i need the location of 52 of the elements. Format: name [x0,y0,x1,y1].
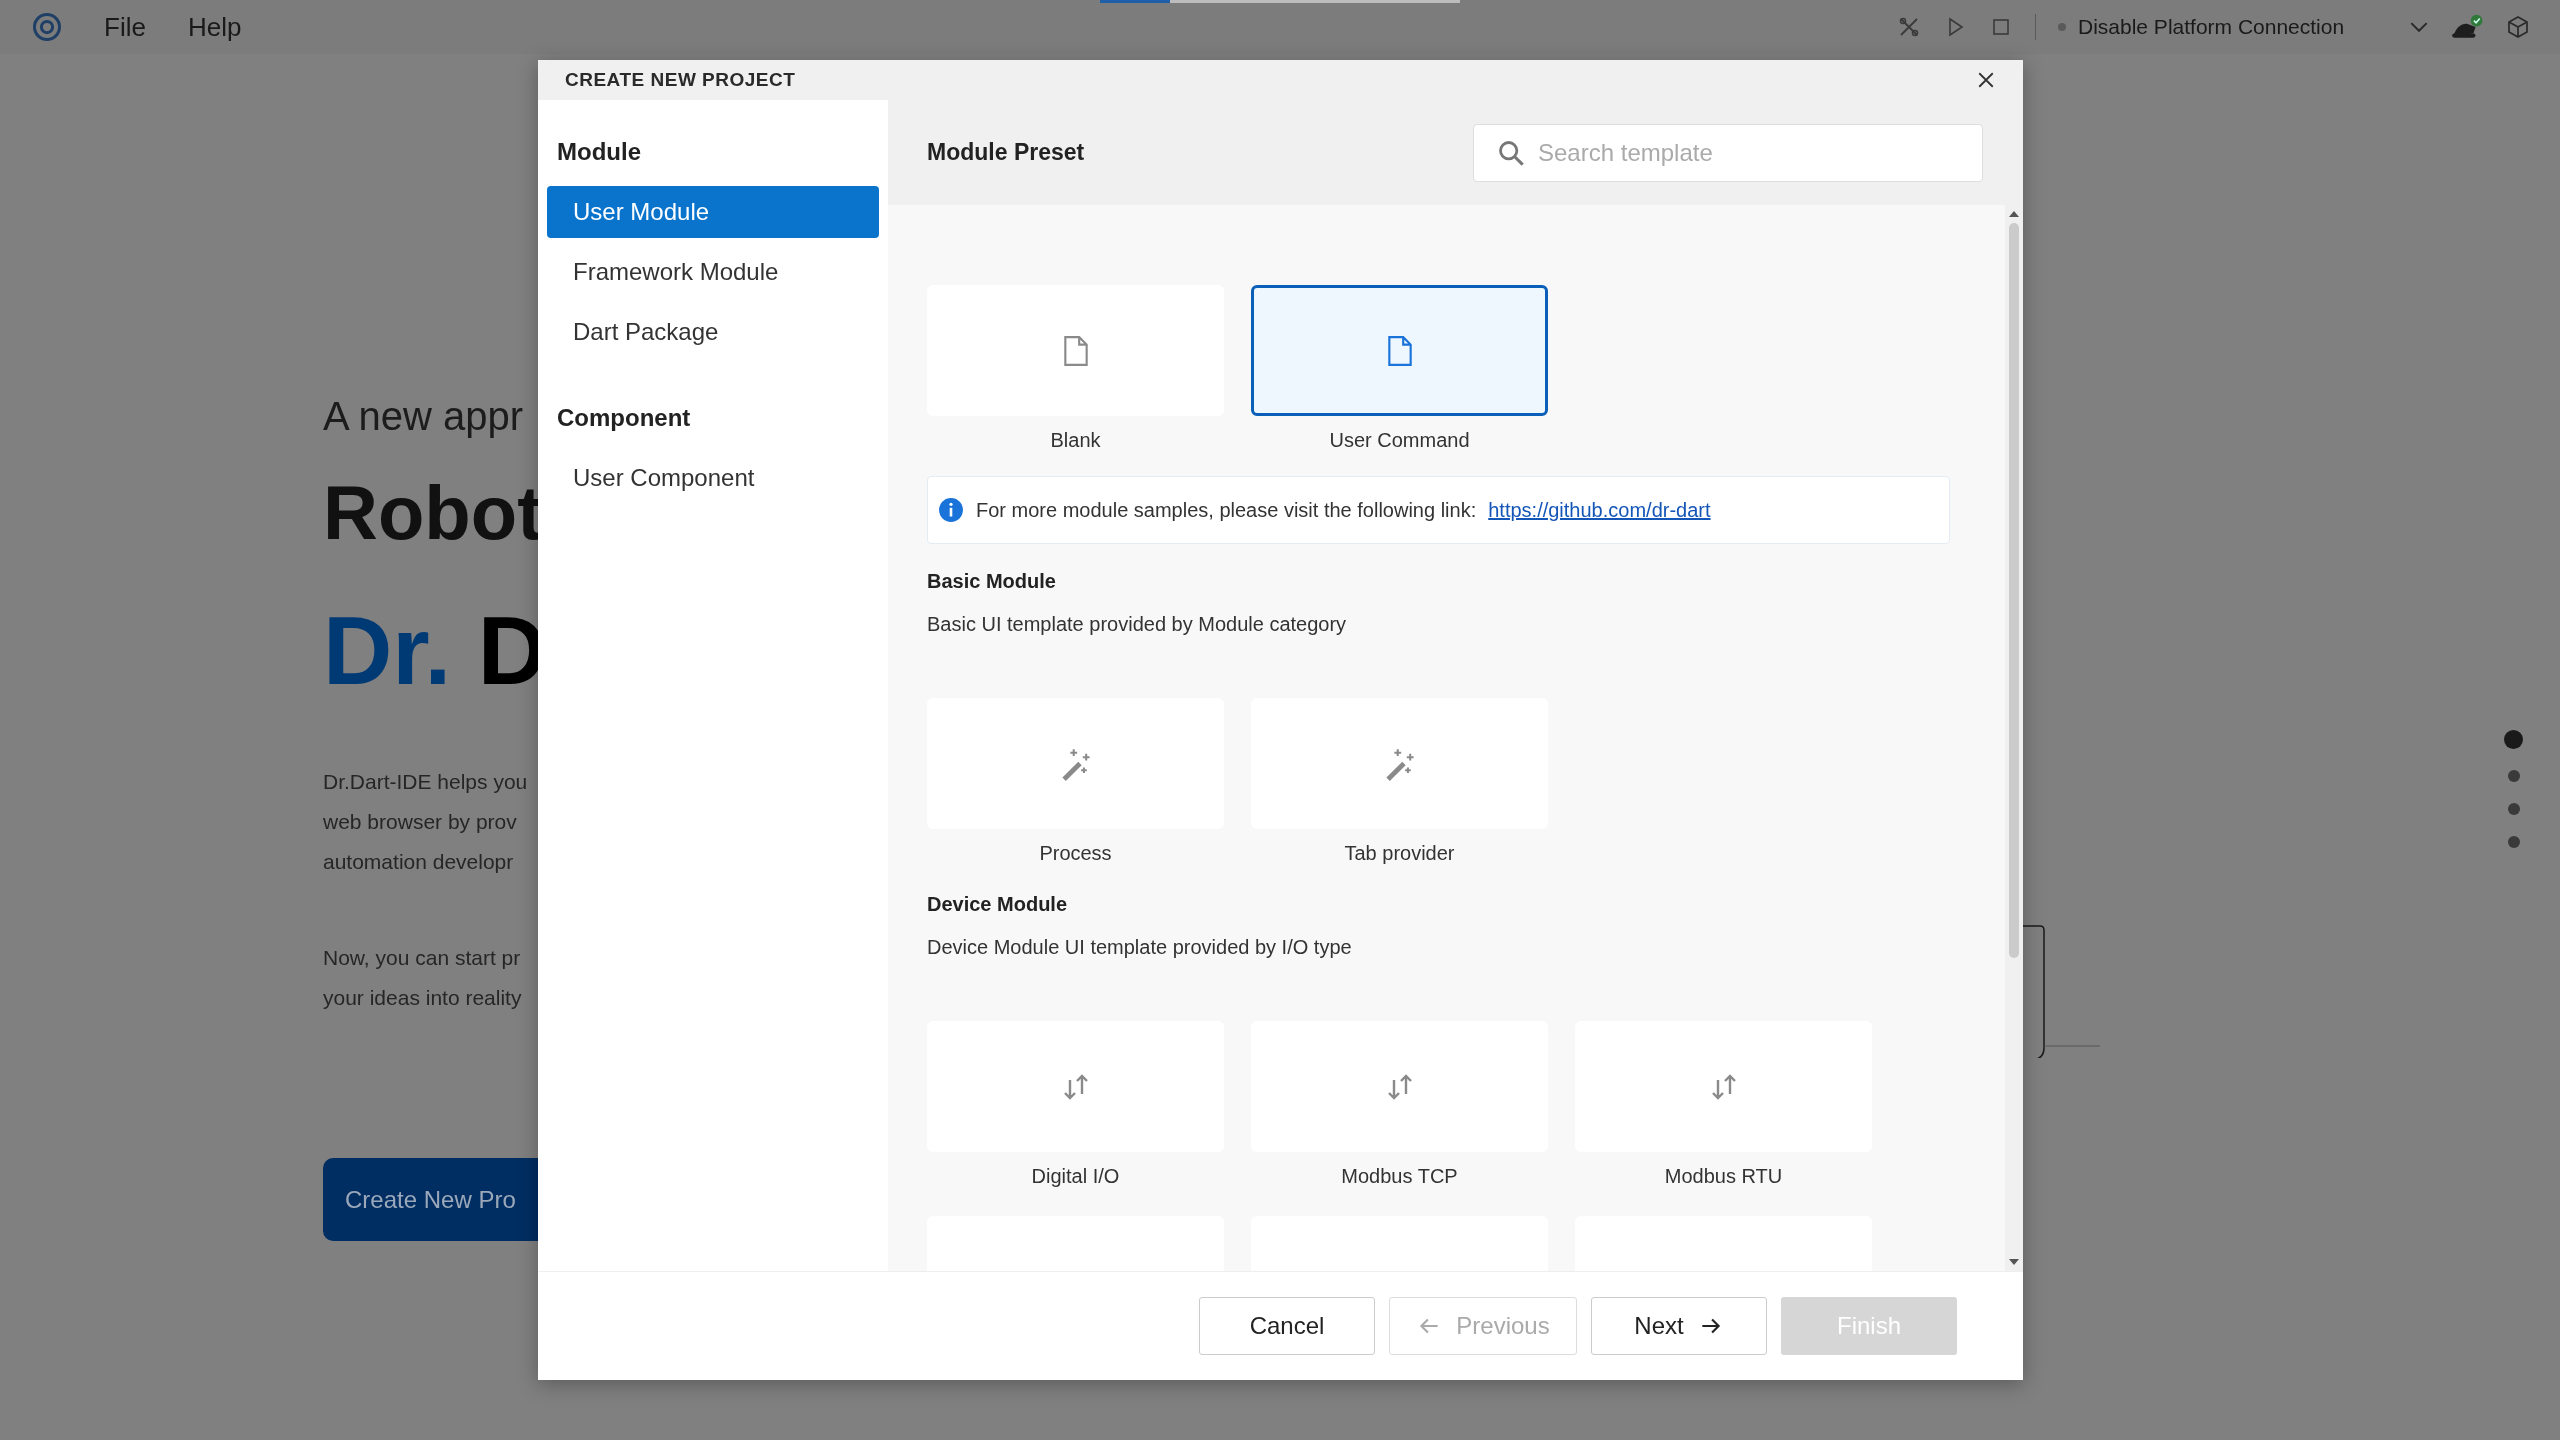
intro-paragraph: Dr.Dart-IDE helps you web browser by prov automation developr [323,769,529,875]
sidebar-item[interactable]: User Module [547,186,879,238]
tagline: A new appr [323,394,525,439]
template-label: Process [1039,842,1112,866]
page-dot[interactable] [2507,836,2520,848]
group-description: Basic UI template provided by Module category [927,613,1348,636]
search-field[interactable]: Search template [1473,123,1983,182]
search-icon [1497,138,1525,167]
dialog-title: CREATE NEW PROJECT [565,69,796,91]
scroll-up-icon[interactable] [2009,211,2019,217]
template-label: Modbus TCP [1341,1165,1458,1189]
page-dot[interactable] [2507,803,2520,815]
headline: Robot [323,469,538,556]
sidebar-heading: Component [556,403,692,433]
tab-indicator [1100,0,1170,3]
group-title: Basic Module [927,570,1057,593]
tools-icon[interactable] [1897,15,1921,39]
sidebar-item[interactable]: Framework Module [547,246,879,298]
template-label: Modbus RTU [1664,1165,1783,1189]
sidebar-item[interactable]: Dart Package [547,306,879,358]
menu-item[interactable]: File [104,11,146,43]
section-title: Module Preset [927,139,1085,166]
file-icon [1062,334,1089,367]
chevron-down-icon [2410,21,2428,33]
template-label: Digital I/O [1031,1165,1120,1189]
close-icon[interactable] [1977,71,1995,89]
group-description: Device Module UI template provided by I/O type [927,936,1353,959]
status-dot-icon [2058,23,2066,31]
robot-icon[interactable] [2450,14,2484,40]
cube-icon[interactable] [2506,15,2530,39]
github-link[interactable]: https://github.com/dr-dart [1488,498,1711,522]
connection-dropdown[interactable]: Disable Platform Connection [2058,15,2428,39]
group-title: Device Module [927,893,1069,916]
cancel-button[interactable]: Cancel [1199,1297,1375,1355]
template-label: Tab provider [1344,842,1455,866]
template-label: User Command [1329,429,1470,453]
next-button[interactable]: Next [1591,1297,1767,1355]
info-icon [938,497,964,523]
page-dot[interactable] [2507,770,2520,782]
file-icon [1386,334,1413,367]
scrollbar[interactable] [2005,205,2023,1271]
page-dot[interactable] [2504,730,2523,749]
template-label: Blank [1050,429,1101,453]
info-text: For more module samples, please visit the following link: [976,498,1477,522]
scroll-down-icon[interactable] [2009,1259,2019,1265]
sidebar-item[interactable]: User Component [547,452,879,504]
template-card[interactable] [1251,285,1548,416]
sidebar-heading: Module [556,137,642,167]
logo-icon [32,12,62,42]
intro-paragraph: Now, you can start pr your ideas into reality [323,945,523,1011]
create-project-button[interactable]: Create New Pro [323,1158,538,1241]
menu-item[interactable]: Help [187,11,242,43]
